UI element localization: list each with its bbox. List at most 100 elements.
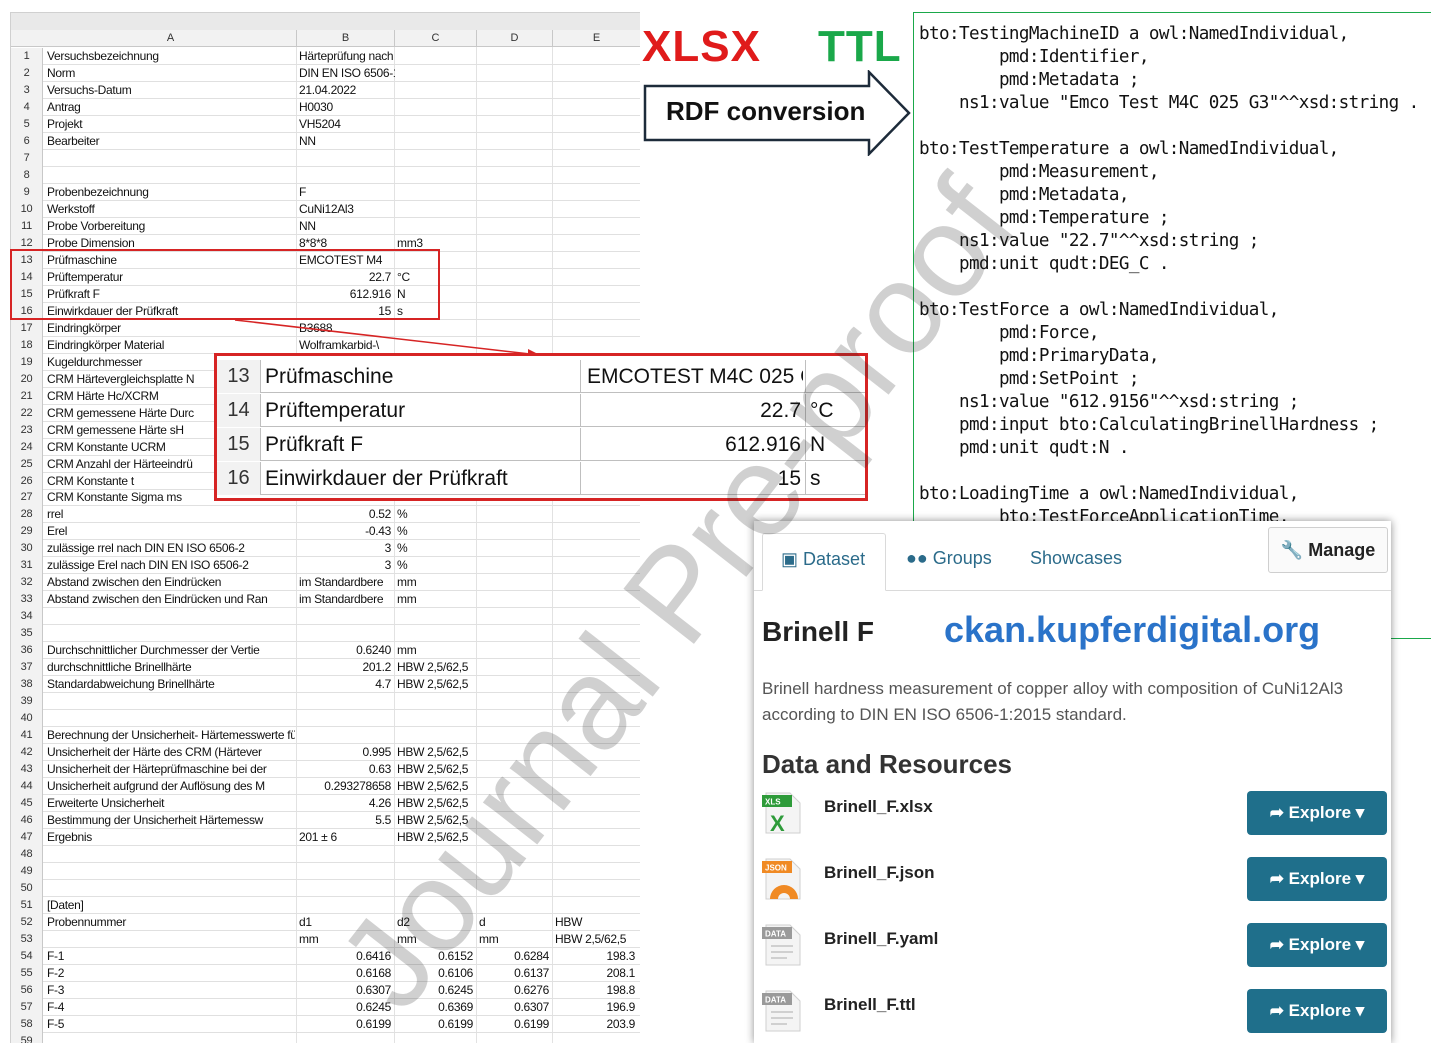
cell-e[interactable] — [553, 676, 639, 693]
cell-c[interactable]: HBW 2,5/62,5 — [395, 812, 477, 829]
cell-a[interactable] — [45, 167, 295, 184]
cell-c[interactable]: 0.6245 — [395, 982, 477, 999]
cell-e[interactable] — [553, 218, 639, 235]
cell-b[interactable]: VH5204 — [297, 116, 395, 133]
row-number[interactable]: 10 — [11, 200, 43, 218]
cell-d[interactable] — [477, 1033, 553, 1043]
cell-d[interactable] — [477, 625, 553, 642]
cell-e[interactable]: HBW — [553, 914, 639, 931]
row-number[interactable]: 19 — [11, 353, 43, 371]
cell-c[interactable]: mm — [395, 574, 477, 591]
row-number[interactable]: 4 — [11, 98, 43, 116]
cell-b[interactable]: 0.6168 — [297, 965, 395, 982]
cell-b[interactable]: 0.6240 — [297, 642, 395, 659]
cell-d[interactable] — [477, 812, 553, 829]
cell-d[interactable] — [477, 778, 553, 795]
row-number[interactable]: 27 — [11, 489, 43, 507]
cell-e[interactable] — [553, 320, 639, 337]
cell-b[interactable]: 0.63 — [297, 761, 395, 778]
cell-a[interactable] — [45, 863, 295, 880]
cell-e[interactable] — [553, 65, 639, 82]
cell-e[interactable] — [553, 574, 639, 591]
row-number[interactable]: 37 — [11, 659, 43, 677]
cell-c[interactable] — [395, 167, 477, 184]
cell-a[interactable]: zulässige Erel nach DIN EN ISO 6506-2 — [45, 557, 295, 574]
cell-c[interactable] — [395, 184, 477, 201]
cell-e[interactable] — [553, 557, 639, 574]
cell-a[interactable]: F-2 — [45, 965, 295, 982]
cell-a[interactable]: Ergebnis — [45, 829, 295, 846]
column-header-c[interactable]: C — [395, 30, 477, 47]
cell-d[interactable] — [477, 676, 553, 693]
cell-c[interactable] — [395, 218, 477, 235]
cell-b[interactable]: B3688 — [297, 320, 395, 337]
cell-e[interactable] — [553, 337, 639, 354]
row-number[interactable]: 56 — [11, 981, 43, 999]
cell-b[interactable]: H0030 — [297, 99, 395, 116]
cell-c[interactable] — [395, 48, 477, 65]
manage-button[interactable]: 🔧 Manage — [1268, 527, 1388, 573]
cell-d[interactable] — [477, 320, 553, 337]
cell-c[interactable] — [395, 625, 477, 642]
cell-b[interactable]: mm — [297, 931, 395, 948]
cell-b[interactable] — [297, 625, 395, 642]
cell-e[interactable] — [553, 286, 639, 303]
cell-b[interactable] — [297, 846, 395, 863]
cell-a[interactable]: Durchschnittlicher Durchmesser der Verti… — [45, 642, 295, 659]
cell-c[interactable]: % — [395, 523, 477, 540]
cell-a[interactable] — [45, 931, 295, 948]
row-number[interactable]: 24 — [11, 438, 43, 456]
cell-c[interactable] — [395, 99, 477, 116]
cell-d[interactable] — [477, 99, 553, 116]
cell-a[interactable]: Erel — [45, 523, 295, 540]
cell-d[interactable] — [477, 897, 553, 914]
cell-e[interactable] — [553, 269, 639, 286]
cell-e[interactable] — [553, 710, 639, 727]
row-number[interactable]: 23 — [11, 421, 43, 439]
row-number[interactable]: 41 — [11, 727, 43, 745]
cell-d[interactable] — [477, 608, 553, 625]
cell-c[interactable]: 0.6369 — [395, 999, 477, 1016]
resource-name-link[interactable]: Brinell_F.xlsx — [824, 797, 933, 817]
cell-a[interactable]: Versuchs-Datum — [45, 82, 295, 99]
cell-c[interactable] — [395, 133, 477, 150]
cell-d[interactable] — [477, 269, 553, 286]
cell-d[interactable] — [477, 693, 553, 710]
cell-d[interactable] — [477, 167, 553, 184]
row-number[interactable]: 57 — [11, 998, 43, 1016]
cell-c[interactable]: % — [395, 557, 477, 574]
row-number[interactable]: 31 — [11, 557, 43, 575]
row-number[interactable]: 39 — [11, 693, 43, 711]
row-number[interactable]: 36 — [11, 642, 43, 660]
cell-b[interactable]: 21.04.2022 — [297, 82, 395, 99]
cell-c[interactable] — [395, 863, 477, 880]
row-number[interactable]: 32 — [11, 574, 43, 592]
cell-e[interactable]: 203.9 — [553, 1016, 639, 1033]
explore-button[interactable]: ➦ Explore ▾ — [1247, 857, 1387, 901]
cell-c[interactable] — [395, 608, 477, 625]
cell-d[interactable] — [477, 557, 553, 574]
cell-d[interactable] — [477, 506, 553, 523]
cell-c[interactable]: mm — [395, 642, 477, 659]
cell-d[interactable] — [477, 48, 553, 65]
cell-b[interactable]: 0.995 — [297, 744, 395, 761]
cell-c[interactable] — [395, 897, 477, 914]
cell-b[interactable]: 0.6307 — [297, 982, 395, 999]
cell-b[interactable]: DIN EN ISO 6506-1:2015 — [297, 65, 395, 82]
cell-e[interactable] — [553, 252, 639, 269]
cell-a[interactable]: Bearbeiter — [45, 133, 295, 150]
cell-d[interactable] — [477, 795, 553, 812]
cell-a[interactable]: Unsicherheit aufgrund der Auflösung des … — [45, 778, 295, 795]
cell-c[interactable]: 0.6106 — [395, 965, 477, 982]
cell-c[interactable] — [395, 880, 477, 897]
cell-b[interactable] — [297, 1033, 395, 1043]
cell-e[interactable] — [553, 1033, 639, 1043]
cell-a[interactable] — [45, 880, 295, 897]
cell-e[interactable] — [553, 608, 639, 625]
cell-e[interactable] — [553, 880, 639, 897]
cell-b[interactable] — [297, 727, 395, 744]
cell-b[interactable]: im Standardbere — [297, 574, 395, 591]
row-number[interactable]: 50 — [11, 880, 43, 898]
row-number[interactable]: 46 — [11, 812, 43, 830]
explore-button[interactable]: ➦ Explore ▾ — [1247, 989, 1387, 1033]
